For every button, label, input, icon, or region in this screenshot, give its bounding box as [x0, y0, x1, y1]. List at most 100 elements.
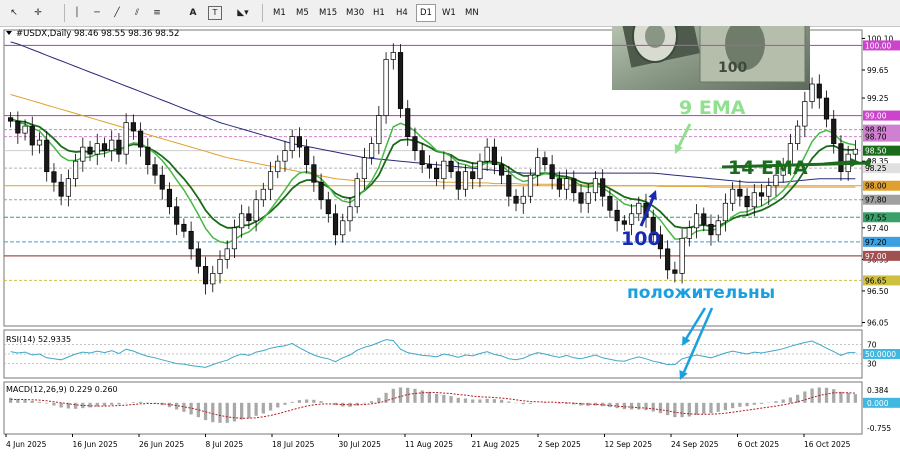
fibonacci-icon[interactable]: ≡ — [150, 4, 164, 22]
candle-body — [369, 143, 375, 159]
candle-body — [376, 115, 382, 144]
candle-body — [145, 146, 151, 166]
level-price-label: 99.00 — [865, 112, 887, 121]
vertical-line-icon[interactable]: │ — [70, 4, 84, 22]
macd-tick-label: 0.384 — [867, 386, 889, 395]
candle-body — [520, 195, 526, 204]
horizontal-line-icon[interactable]: ─ — [90, 4, 104, 22]
ema9-annotation: 9 EMA — [679, 97, 746, 119]
candle-body — [109, 139, 115, 151]
candle-body — [44, 139, 50, 173]
candle-body — [628, 213, 635, 225]
candle-body — [217, 259, 223, 274]
level-price-label: 97.55 — [865, 213, 887, 222]
candle-body — [260, 188, 266, 201]
shapes-icon[interactable]: ◣▾ — [232, 4, 254, 22]
candle-body — [8, 117, 14, 122]
time-axis: 4 Jun 2025 16 Jun 2025 26 Jun 2025 8 Jul 20… — [0, 434, 900, 457]
cursor-icon[interactable]: ↖ — [6, 4, 22, 22]
candle-body — [578, 192, 584, 204]
candle-body — [29, 125, 35, 146]
candle-body — [181, 223, 187, 232]
candle-body — [419, 150, 425, 166]
rsi-tick-label: 30 — [867, 360, 877, 369]
crosshair-icon[interactable]: ✛ — [30, 4, 46, 22]
bill-denomination: 100 — [718, 60, 747, 76]
candle-body — [87, 146, 93, 155]
candle-body — [823, 97, 830, 120]
candle-body — [267, 171, 274, 190]
timeframe-m5[interactable]: M5 — [293, 4, 312, 22]
candle-body — [758, 192, 765, 197]
candle-body — [253, 199, 259, 222]
candle-body — [730, 188, 736, 204]
macd-label: MACD(12,26,9) 0.229 0.260 — [6, 385, 118, 394]
label-tool-icon[interactable]: T — [208, 6, 222, 20]
dollar-bills-photo: 100 — [612, 26, 810, 90]
candle-body — [383, 59, 389, 116]
timeframe-m15[interactable]: M15 — [316, 4, 340, 22]
price-axis: 100.1099.6599.2598.8098.3597.8097.4096.9… — [862, 30, 900, 327]
candle-body — [311, 164, 317, 183]
timeframe-mn[interactable]: MN — [462, 4, 482, 22]
price-tick-label: 96.05 — [867, 318, 889, 327]
candle-body — [397, 52, 404, 109]
macd-tick-label: 0.000 — [867, 399, 889, 408]
candle-body — [484, 146, 490, 162]
price-tick-label: 97.40 — [867, 224, 889, 233]
level-price-label: 96.65 — [865, 276, 887, 285]
candle-body — [231, 227, 238, 250]
candle-body — [571, 178, 577, 194]
candle-body — [116, 139, 122, 155]
candle-body — [722, 202, 729, 222]
timeframe-d1[interactable]: D1 — [416, 4, 436, 22]
toolbar-separator — [262, 4, 263, 22]
candle-body — [188, 230, 194, 250]
timeframe-m30[interactable]: M30 — [343, 4, 367, 22]
candle-body — [224, 248, 230, 260]
text-tool-icon[interactable]: A — [186, 4, 200, 22]
toolbar: ↖ ✛ │ ─ ╱ ⫽ ≡ A T ◣▾ M1 M5 M15 M30 H1 H4 D1 W1 M… — [0, 0, 900, 27]
candle-body — [58, 181, 64, 197]
timeframe-h1[interactable]: H1 — [370, 4, 388, 22]
candle-body — [22, 125, 28, 134]
candle-body — [65, 178, 71, 197]
candle-body — [304, 146, 310, 166]
timeframe-w1[interactable]: W1 — [439, 4, 459, 22]
timeframe-h4[interactable]: H4 — [393, 4, 411, 22]
candle-body — [556, 178, 562, 190]
candle-body — [592, 178, 599, 194]
candle-body — [412, 136, 418, 151]
candle-body — [441, 160, 447, 180]
candle-body — [73, 160, 79, 180]
candle-body — [195, 248, 201, 267]
timeframe-m1[interactable]: M1 — [270, 4, 289, 22]
candle-body — [737, 188, 743, 197]
candle-body — [296, 136, 303, 148]
candle-body — [563, 178, 570, 190]
candle-body — [542, 157, 548, 166]
candle-body — [166, 188, 173, 208]
candle-body — [672, 269, 678, 274]
candle-body — [318, 181, 324, 201]
candle-body — [361, 157, 367, 180]
candle-body — [332, 213, 339, 236]
level-price-label: 97.00 — [865, 252, 887, 261]
time-tick-label: 26 Jun 2025 — [139, 440, 184, 449]
candle-body — [665, 248, 671, 271]
candle-body — [838, 143, 844, 173]
price-tick-label: 96.50 — [867, 287, 889, 296]
candle-body — [816, 83, 822, 99]
candle-body — [275, 160, 281, 173]
time-tick-label: 30 Jul 2025 — [339, 440, 382, 449]
candle-body — [405, 108, 411, 137]
candle-body — [766, 185, 772, 197]
trendline-icon[interactable]: ╱ — [110, 4, 124, 22]
candle-body — [210, 273, 216, 285]
candle-body — [94, 143, 100, 155]
ema14-arrow-right — [823, 160, 851, 166]
candle-body — [15, 120, 21, 134]
channel-icon[interactable]: ⫽ — [130, 4, 144, 22]
candle-body — [101, 143, 108, 151]
chart[interactable]: 100 100.1099.6599.2598.8098.3597.8097.40… — [0, 26, 900, 457]
